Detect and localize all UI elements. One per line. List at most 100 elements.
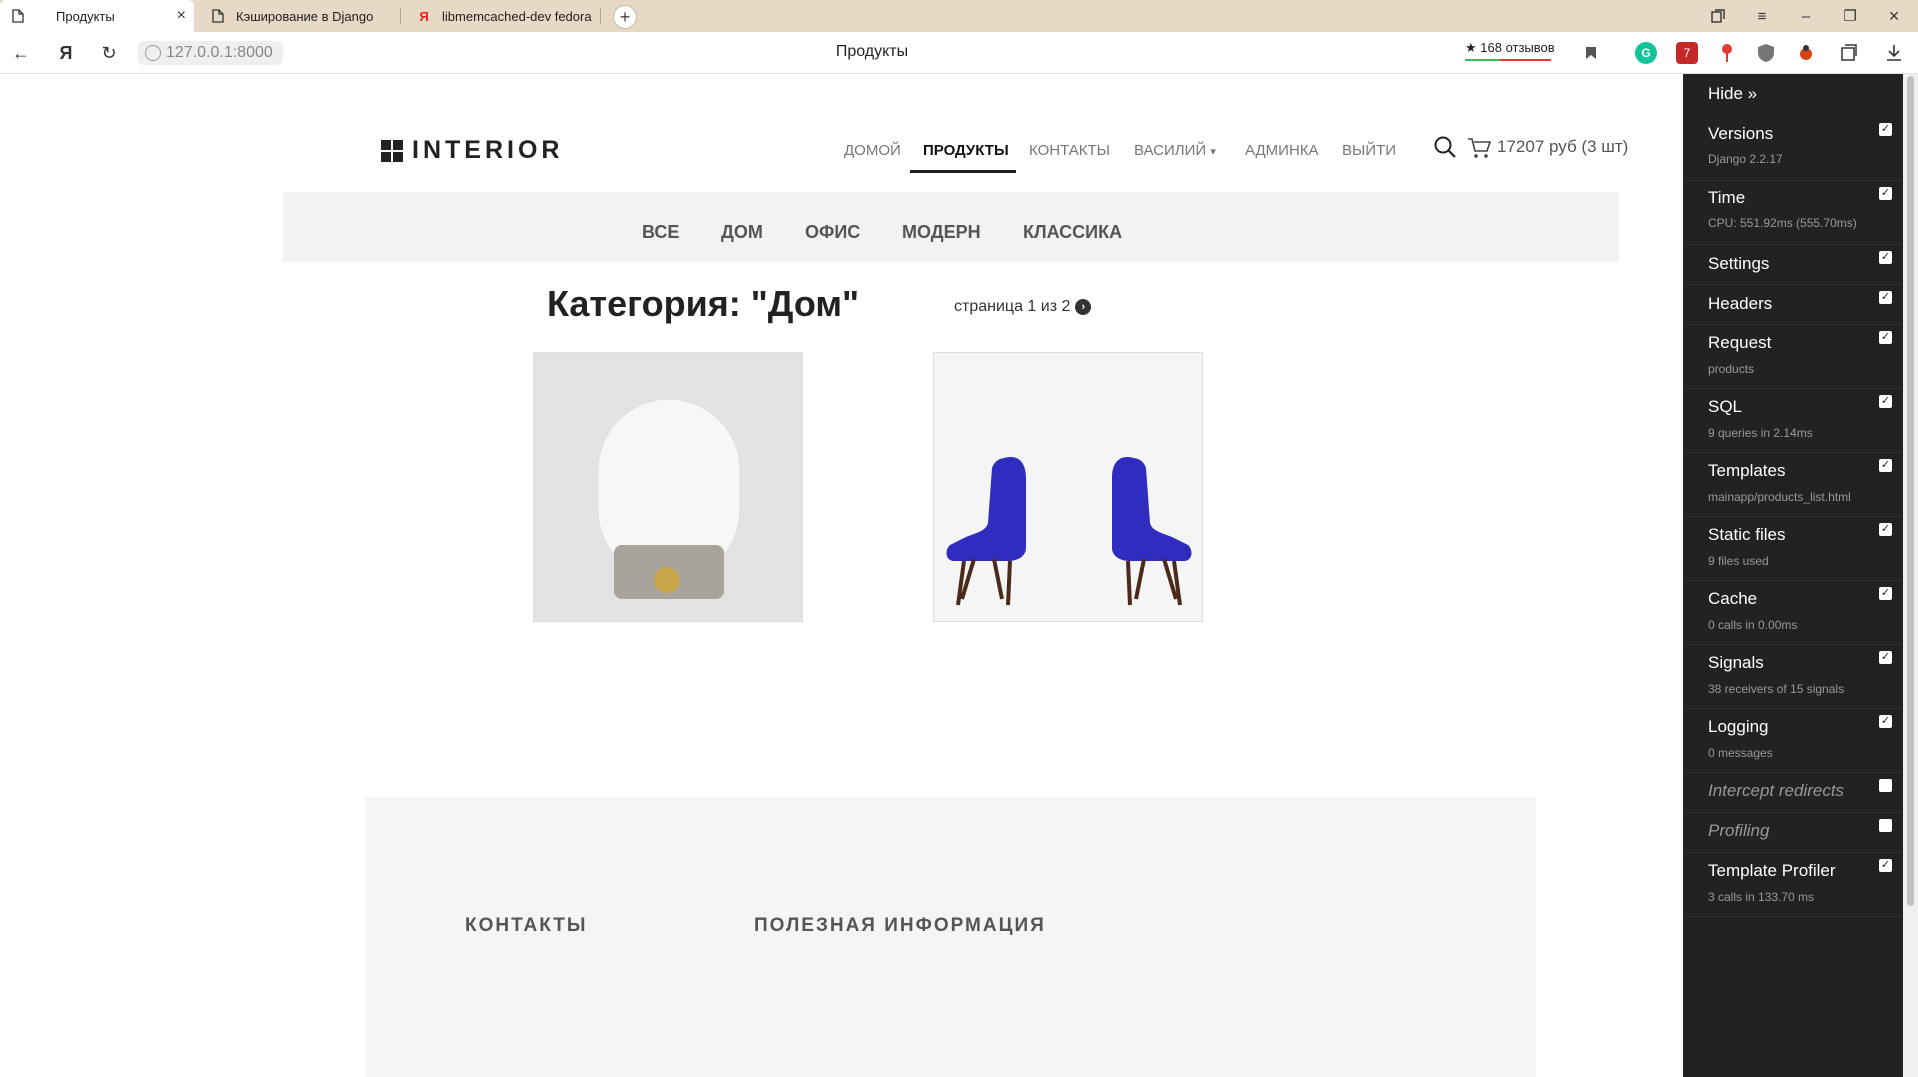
djdt-panel-signals[interactable]: Signals 38 receivers of 15 signals ✓: [1683, 645, 1903, 709]
extension-badge-icon[interactable]: 7: [1676, 42, 1698, 64]
product-card-chairs[interactable]: [933, 352, 1203, 622]
panel-title: Headers: [1708, 294, 1773, 313]
category-classic[interactable]: КЛАССИКА: [1023, 222, 1122, 243]
cart-summary[interactable]: 17207 руб (3 шт): [1497, 137, 1628, 157]
tab-divider: [600, 8, 601, 24]
tabs-overview-icon[interactable]: [1707, 5, 1729, 27]
bookmark-icon[interactable]: [1580, 42, 1602, 64]
djdt-panel-sql[interactable]: SQL 9 queries in 2.14ms ✓: [1683, 389, 1903, 453]
footer: [366, 797, 1536, 1077]
page-icon: [10, 8, 26, 24]
djdt-panel-time[interactable]: Time CPU: 551.92ms (555.70ms) ✓: [1683, 181, 1903, 245]
panel-subtitle: 38 receivers of 15 signals: [1708, 682, 1845, 696]
product-card-lamp[interactable]: [533, 352, 803, 622]
panel-checkbox-unchecked[interactable]: [1879, 819, 1892, 832]
close-tab-icon[interactable]: ×: [177, 7, 186, 25]
panel-checkbox[interactable]: ✓: [1879, 523, 1892, 536]
panel-title: Time: [1708, 188, 1746, 207]
nav-home[interactable]: ДОМОЙ: [844, 142, 901, 159]
panel-checkbox[interactable]: ✓: [1879, 187, 1892, 200]
download-icon[interactable]: [1883, 42, 1905, 64]
bug-icon[interactable]: [1795, 42, 1817, 64]
panel-title: Request: [1708, 333, 1772, 352]
panel-title: Static files: [1708, 525, 1786, 544]
nav-active-underline: [910, 170, 1016, 173]
panel-checkbox[interactable]: ✓: [1879, 395, 1892, 408]
collections-icon[interactable]: [1838, 42, 1860, 64]
djdt-panel-profiling[interactable]: Profiling: [1683, 813, 1903, 853]
logo-text: INTERIOR: [412, 136, 564, 164]
tab-products[interactable]: Продукты ×: [0, 0, 194, 32]
nav-admin[interactable]: АДМИНКА: [1245, 142, 1319, 159]
tab-libmemcached[interactable]: Я libmemcached-dev fedora: [406, 0, 602, 32]
panel-title: Logging: [1708, 717, 1769, 736]
djdt-panel-static-files[interactable]: Static files 9 files used ✓: [1683, 517, 1903, 581]
panel-title: Template Profiler: [1708, 861, 1836, 880]
reviews-text: ★ 168 отзывов: [1465, 40, 1555, 55]
panel-checkbox[interactable]: ✓: [1879, 291, 1892, 304]
footer-contacts-heading: КОНТАКТЫ: [465, 915, 588, 936]
djdt-panel-template-profiler[interactable]: Template Profiler 3 calls in 133.70 ms ✓: [1683, 853, 1903, 917]
category-all[interactable]: ВСЕ: [642, 222, 679, 243]
djdt-panel-settings[interactable]: Settings ✓: [1683, 245, 1903, 285]
grammarly-icon[interactable]: G: [1635, 42, 1657, 64]
chairs-image: [934, 353, 1202, 621]
restore-icon[interactable]: ❐: [1839, 5, 1861, 27]
nav-logout[interactable]: ВЫЙТИ: [1342, 142, 1396, 159]
djdt-panel-templates[interactable]: Templates mainapp/products_list.html ✓: [1683, 453, 1903, 517]
djdt-panel-versions[interactable]: Versions Django 2.2.17 ✓: [1683, 117, 1903, 181]
tab-title: Продукты: [56, 8, 115, 24]
panel-checkbox[interactable]: ✓: [1879, 587, 1892, 600]
scrollbar[interactable]: [1903, 74, 1918, 1077]
djdt-panel-headers[interactable]: Headers ✓: [1683, 285, 1903, 325]
scrollbar-thumb[interactable]: [1907, 76, 1914, 906]
panel-title: Versions: [1708, 124, 1774, 143]
pin-icon[interactable]: [1716, 42, 1738, 64]
logo-mark-icon: [381, 139, 403, 162]
tab-title: libmemcached-dev fedora: [442, 8, 592, 24]
panel-checkbox[interactable]: ✓: [1879, 715, 1892, 728]
nav-products[interactable]: ПРОДУКТЫ: [923, 142, 1009, 159]
nav-contacts[interactable]: КОНТАКТЫ: [1029, 142, 1110, 159]
nav-user-label: ВАСИЛИЙ: [1134, 142, 1207, 159]
menu-icon[interactable]: ≡: [1751, 5, 1773, 27]
pagination-label: страница 1 из 2: [954, 298, 1071, 315]
panel-checkbox[interactable]: ✓: [1879, 651, 1892, 664]
panel-checkbox[interactable]: ✓: [1879, 859, 1892, 872]
panel-subtitle: Django 2.2.17: [1708, 152, 1783, 166]
category-heading: Категория: "Дом": [547, 283, 860, 324]
panel-checkbox[interactable]: ✓: [1879, 459, 1892, 472]
djdt-panel-intercept-redirects[interactable]: Intercept redirects: [1683, 773, 1903, 813]
category-modern[interactable]: МОДЕРН: [902, 222, 981, 243]
djdt-panel-request[interactable]: Request products ✓: [1683, 325, 1903, 389]
minimize-icon[interactable]: –: [1795, 5, 1817, 27]
next-page-icon[interactable]: ›: [1075, 299, 1092, 315]
panel-checkbox[interactable]: ✓: [1879, 331, 1892, 344]
panel-subtitle: 0 calls in 0.00ms: [1708, 618, 1798, 632]
panel-checkbox[interactable]: ✓: [1879, 123, 1892, 136]
category-office[interactable]: ОФИС: [805, 222, 860, 243]
panel-checkbox[interactable]: ✓: [1879, 251, 1892, 264]
close-window-icon[interactable]: ×: [1883, 5, 1905, 27]
debug-toolbar-hide-button[interactable]: Hide »: [1708, 84, 1757, 104]
category-home[interactable]: ДОМ: [721, 222, 763, 243]
djdt-panel-cache[interactable]: Cache 0 calls in 0.00ms ✓: [1683, 581, 1903, 645]
shield-icon[interactable]: [1755, 42, 1777, 64]
panel-checkbox-unchecked[interactable]: [1879, 779, 1892, 792]
panel-subtitle: products: [1708, 362, 1755, 376]
djdt-panel-logging[interactable]: Logging 0 messages ✓: [1683, 709, 1903, 773]
nav-user-menu[interactable]: ВАСИЛИЙ ▾: [1134, 142, 1216, 159]
panel-title: Templates: [1708, 461, 1786, 480]
panel-title: Profiling: [1708, 821, 1770, 840]
search-icon[interactable]: [1433, 135, 1457, 159]
cart-icon[interactable]: [1467, 136, 1492, 160]
site-logo[interactable]: INTERIOR: [381, 136, 563, 165]
panel-subtitle: 0 messages: [1708, 746, 1773, 760]
panel-subtitle: CPU: 551.92ms (555.70ms): [1708, 216, 1857, 230]
panel-subtitle: 9 files used: [1708, 554, 1769, 568]
tab-django-caching[interactable]: Кэширование в Django: [200, 0, 400, 32]
tab-title: Кэширование в Django: [236, 8, 374, 24]
footer-info-heading: ПОЛЕЗНАЯ ИНФОРМАЦИЯ: [754, 915, 1046, 936]
new-tab-button[interactable]: +: [613, 5, 637, 29]
reviews-badge[interactable]: ★ 168 отзывов: [1465, 40, 1555, 61]
